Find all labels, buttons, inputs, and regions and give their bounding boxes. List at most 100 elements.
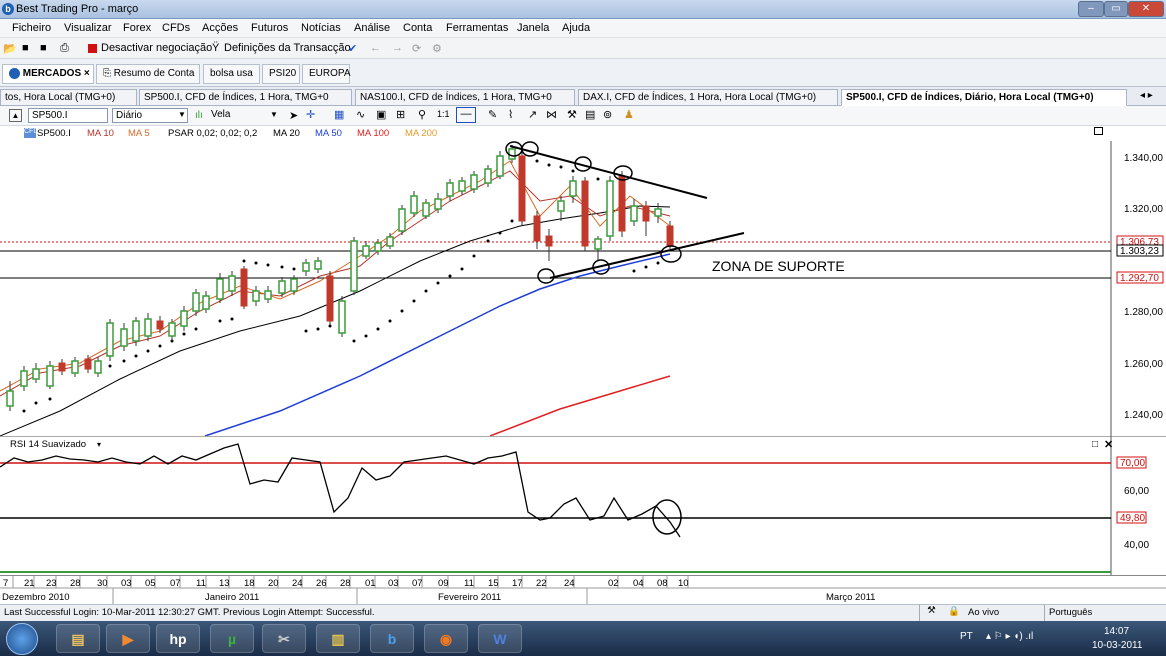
candle-body [606,180,614,237]
pencil-icon[interactable]: ✎ [488,108,497,121]
chart-type-select[interactable]: Vela [211,109,230,120]
deactivate-trading-button[interactable]: Desactivar negociação [101,42,212,54]
language-indicator[interactable]: PT [960,631,973,642]
tab-resumo-conta[interactable]: ⎘ Resumo de Conta [96,64,200,84]
cursor-icon[interactable]: ➤ [289,109,298,122]
zoom-reset-icon[interactable]: 1:1 [437,109,450,119]
menu-forex[interactable]: Forex [123,22,151,34]
resize-icon[interactable]: ⊞ [396,108,405,121]
save-all-icon[interactable]: ■ [40,42,47,54]
legend-ma5[interactable]: MA 5 [128,128,150,139]
candle-body [362,245,370,257]
tools-icon[interactable]: ⚒ [919,605,943,621]
menu-janela[interactable]: Janela [517,22,549,34]
tools-icon[interactable]: ⚒ [567,108,577,121]
tray-icons[interactable]: ▴ ⚐ ▸ ◖) .ıl [986,631,1033,642]
language-status[interactable]: Português [1044,605,1096,621]
menu-cfds[interactable]: CFDs [162,22,190,34]
candle-body [398,208,406,232]
close-tab-icon[interactable]: × [84,68,90,79]
menu-noticias[interactable]: Notícias [301,22,341,34]
legend-ma200[interactable]: MA 200 [405,128,437,139]
chart-tab-nas100-1h[interactable]: NAS100.I, CFD de Índices, 1 Hora, TMG+0 [355,89,575,106]
psar-dot [510,219,514,223]
zoom-icon[interactable]: ⚲ [418,108,426,121]
line-tool-icon[interactable]: — [456,107,476,123]
legend-ma50[interactable]: MA 50 [315,128,342,139]
symbol-select[interactable]: SP500.I [28,108,108,123]
open-icon[interactable]: 📂 [3,42,17,55]
date-tick-label: 18 [244,578,255,589]
chart-tab-sp500-daily[interactable]: SP500.I, CFD de Índices, Diário, Hora Lo… [841,89,1127,106]
menu-ferramentas[interactable]: Ferramentas [446,22,508,34]
indicators-icon[interactable]: ▦ [334,108,344,121]
hp-icon[interactable]: hp [156,624,200,653]
candle-body [278,280,286,294]
chart-tab-dax-1h[interactable]: DAX.I, CFD de Índices, 1 Hora, Hora Loca… [578,89,838,106]
tab-bolsa-usa[interactable]: bolsa usa [203,64,260,84]
start-button[interactable] [6,623,38,655]
text-icon[interactable]: ▣ [376,108,386,121]
tab-psi20[interactable]: PSI20 [262,64,300,84]
tab-mercados[interactable]: MERCADOS × [2,64,94,84]
menu-futuros[interactable]: Futuros [251,22,288,34]
legend-ma20[interactable]: MA 20 [273,128,300,139]
candle-body [120,328,128,347]
save-icon[interactable]: ■ [22,42,29,54]
price-chart[interactable]: ZONA DE SUPORTE 1.340,00 1.320,00 1.280,… [0,141,1166,437]
psar-dot [460,267,464,271]
rsi-tick: 40,00 [1124,540,1149,551]
back-icon[interactable]: ← [370,42,381,54]
forward-icon[interactable]: → [392,42,403,54]
fibonacci-icon[interactable]: ⋈ [546,108,557,121]
maximize-button[interactable]: ▭ [1104,1,1128,17]
crosshair-icon[interactable]: ✛ [306,108,315,121]
legend-ma100[interactable]: MA 100 [357,128,389,139]
tab-europa[interactable]: EUROPA [302,64,351,84]
check-icon[interactable]: ✔ [348,42,357,55]
firefox-icon[interactable]: ◉ [424,624,468,653]
compare-icon[interactable]: ⊚ [603,108,612,121]
clock-date: 10-03-2011 [1092,640,1143,651]
legend-ma10[interactable]: MA 10 [87,128,114,139]
candle-body [20,370,28,387]
tab-scroll-icon[interactable]: ◂ ▸ [1140,90,1153,101]
minimize-button[interactable]: – [1078,1,1104,17]
print-icon[interactable]: ⎙ [60,42,69,55]
menu-conta[interactable]: Conta [403,22,432,34]
tool-icon[interactable]: ✂ [262,624,306,653]
draw-icon[interactable]: ⌇ [508,108,513,121]
period-select[interactable]: Diário [112,108,188,123]
utorrent-icon[interactable]: µ [210,624,254,653]
menu-ajuda[interactable]: Ajuda [562,22,590,34]
legend-symbol[interactable]: SP500.I [37,128,71,139]
menu-accoes[interactable]: Acções [202,22,238,34]
word-icon[interactable]: W [478,624,522,653]
legend-psar[interactable]: PSAR 0,02; 0,02; 0,2 [168,128,257,139]
grid-icon[interactable]: ▤ [585,108,595,121]
close-button[interactable]: ✕ [1128,1,1164,17]
explorer-icon[interactable]: ▤ [56,624,100,653]
candle-body [302,262,310,272]
transaction-settings-button[interactable]: Definições da Transacção [224,42,351,54]
chart-tab-sp500-1h[interactable]: SP500.I, CFD de Índices, 1 Hora, TMG+0 [139,89,352,106]
rsi-chart[interactable]: RSI 14 Suavizado ▾ □ ✕ 70,00 60,00 49,80… [0,435,1166,576]
settings-gear-icon[interactable]: ⚙ [432,42,442,55]
candle-body [216,278,224,300]
media-player-icon[interactable]: ▶ [106,624,150,653]
menu-visualizar[interactable]: Visualizar [64,22,112,34]
chart-app-icon[interactable]: ▥ [316,624,360,653]
rsi-close-icon: ✕ [1104,439,1113,451]
psar-dot [632,269,636,273]
menu-ficheiro[interactable]: Ficheiro [12,22,51,34]
maximize-pane-icon[interactable] [1094,127,1103,135]
menu-analise[interactable]: Análise [354,22,390,34]
chart-tab-1[interactable]: tos, Hora Local (TMG+0) [0,89,137,106]
refresh-icon[interactable]: ⟳ [412,42,421,55]
psar-dot [547,163,551,167]
alert-icon[interactable]: ♟ [624,108,634,121]
indicator-wave-icon[interactable]: ∿ [356,108,365,121]
collapse-icon[interactable]: ▲ [9,109,22,122]
best-trading-icon[interactable]: b [370,624,414,653]
arrow-tool-icon[interactable]: ↗ [528,108,537,121]
